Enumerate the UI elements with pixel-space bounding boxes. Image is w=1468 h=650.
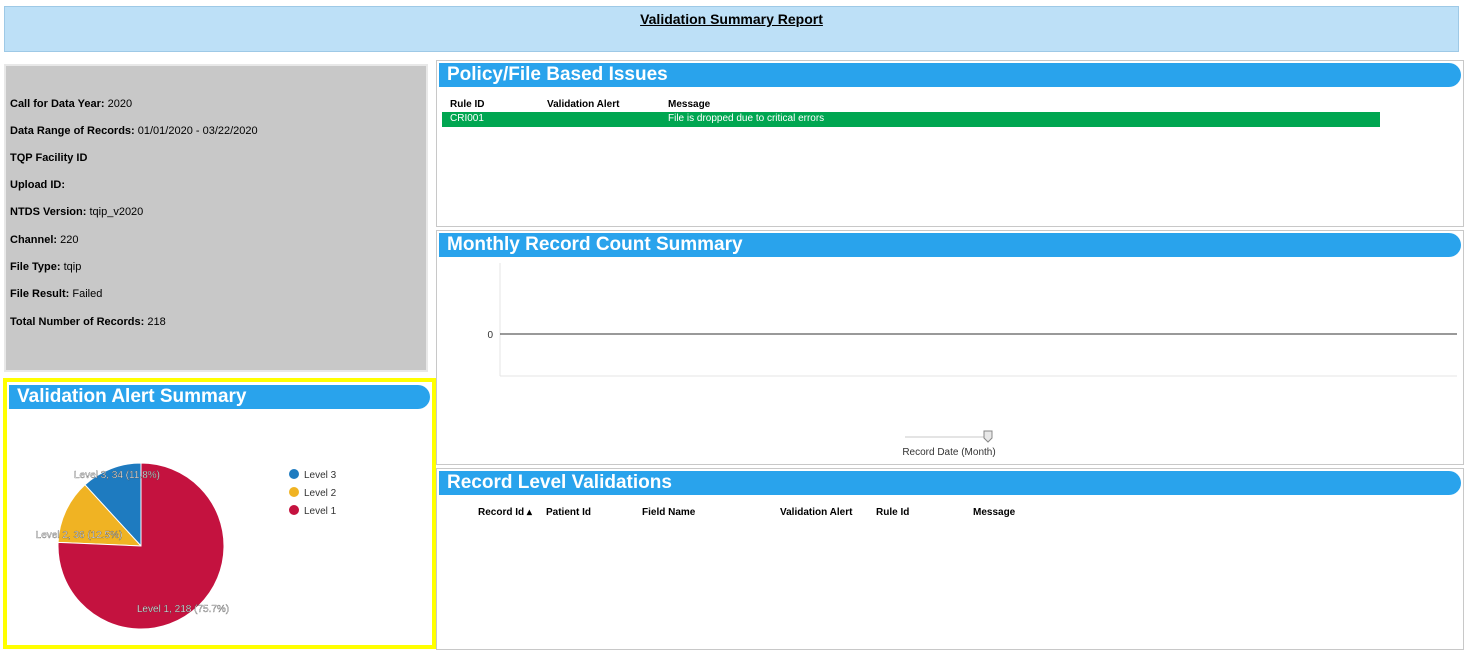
legend-item-label[interactable]: Level 1 [304, 506, 337, 517]
monthly-line-chart: 0 Record Date (Month) [487, 263, 1457, 458]
col-patient-id[interactable]: Patient Id [546, 507, 591, 518]
pie-data-label: Level 1, 218 (75.7%) [137, 604, 229, 615]
alert-summary-title: Validation Alert Summary [9, 385, 430, 409]
col-validation-alert[interactable]: Validation Alert [780, 507, 852, 518]
record-validations-title: Record Level Validations [439, 471, 1461, 495]
pie-data-label: Level 3, 34 (11.8%) [74, 470, 160, 481]
col-rule-id[interactable]: Rule ID [450, 99, 484, 110]
info-channel: Channel: 220 [10, 234, 79, 246]
validation-alert-summary-panel: Validation Alert Summary Level 3, 34 (11… [3, 378, 436, 649]
col-field-name[interactable]: Field Name [642, 507, 695, 518]
monthly-record-count-panel: Monthly Record Count Summary 0 Record Da… [436, 230, 1464, 465]
row-rule-id: CRI001 [450, 113, 484, 124]
col-validation-alert[interactable]: Validation Alert [547, 99, 619, 110]
report-header: Validation Summary Report [4, 6, 1459, 52]
file-info-panel: Call for Data Year: 2020 Data Range of R… [4, 64, 428, 372]
info-total-records: Total Number of Records: 218 [10, 316, 166, 328]
info-upload-id: Upload ID: [10, 179, 65, 191]
info-file-result: File Result: Failed [10, 288, 103, 300]
legend-item-label[interactable]: Level 3 [304, 470, 337, 481]
info-call-year: Call for Data Year: 2020 [10, 98, 133, 110]
legend-marker [289, 469, 299, 479]
legend-marker [289, 487, 299, 497]
col-rule-id[interactable]: Rule Id [876, 507, 909, 518]
col-message[interactable]: Message [973, 507, 1015, 518]
y-tick-label: 0 [487, 330, 493, 341]
info-file-type: File Type: tqip [10, 261, 82, 273]
policy-issues-title: Policy/File Based Issues [439, 63, 1461, 87]
pie-data-label: Level 2, 36 (12.5%) [36, 530, 123, 541]
record-level-validations-panel: Record Level Validations Record Id ▴ Pat… [436, 468, 1464, 650]
info-facility-id: TQP Facility ID [10, 152, 88, 164]
legend-marker [289, 505, 299, 515]
monthly-summary-title: Monthly Record Count Summary [439, 233, 1461, 257]
col-record-id[interactable]: Record Id ▴ [478, 507, 532, 518]
col-message[interactable]: Message [668, 99, 710, 110]
page-title: Validation Summary Report [640, 11, 823, 27]
alert-pie-chart: Level 3, 34 (11.8%) Level 2, 36 (12.5%) Le… [35, 462, 337, 630]
info-ntds-version: NTDS Version: tqip_v2020 [10, 206, 144, 218]
range-slider-handle[interactable] [983, 430, 993, 443]
policy-issues-panel: Policy/File Based Issues Rule ID Validat… [436, 60, 1464, 227]
legend-item-label[interactable]: Level 2 [304, 488, 337, 499]
row-message: File is dropped due to critical errors [668, 113, 825, 124]
x-axis-label: Record Date (Month) [902, 447, 995, 458]
table-row[interactable]: CRI001 File is dropped due to critical e… [442, 112, 1380, 127]
info-data-range: Data Range of Records: 01/01/2020 - 03/2… [10, 125, 258, 137]
